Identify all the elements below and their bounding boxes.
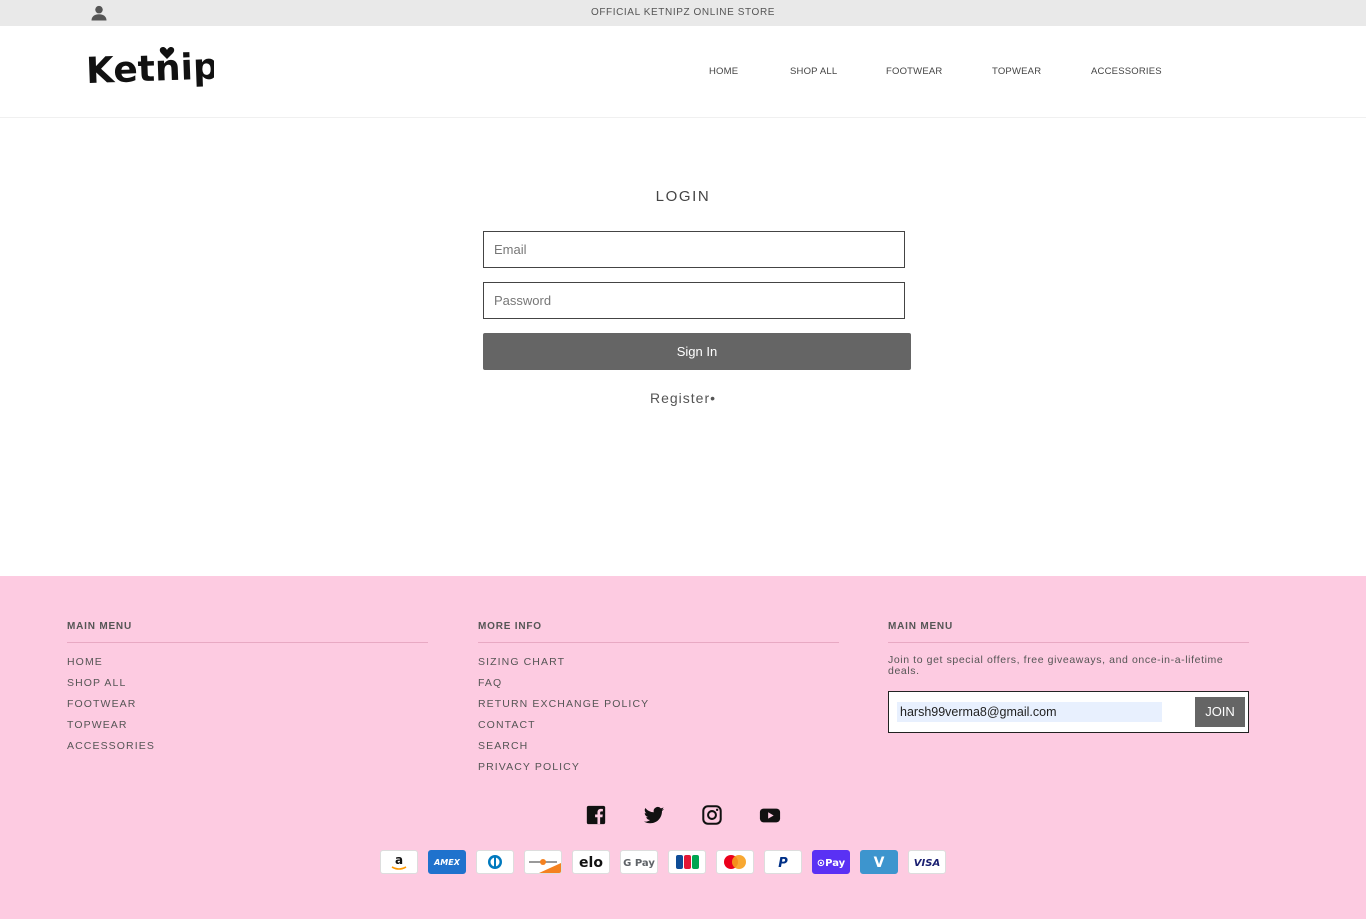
footer-main-menu: MAIN MENU HOME SHOP ALL FOOTWEAR TOPWEAR…: [67, 621, 428, 761]
diners-club-icon: [476, 850, 514, 874]
footer-link-faq[interactable]: FAQ: [478, 677, 839, 698]
nav-shop-all[interactable]: SHOP ALL: [790, 66, 837, 77]
jcb-icon: [668, 850, 706, 874]
footer-link-accessories[interactable]: ACCESSORIES: [67, 740, 428, 761]
footer-more-info: MORE INFO SIZING CHART FAQ RETURN EXCHAN…: [478, 621, 839, 782]
facebook-icon[interactable]: [585, 804, 607, 826]
email-placeholder: Email: [494, 242, 527, 257]
footer-link-search[interactable]: SEARCH: [478, 740, 839, 761]
footer-newsletter: MAIN MENU Join to get special offers, fr…: [888, 621, 1249, 677]
svg-text:G Pay: G Pay: [623, 858, 655, 869]
footer-link-return-policy[interactable]: RETURN EXCHANGE POLICY: [478, 698, 839, 719]
youtube-icon[interactable]: [759, 804, 781, 826]
newsletter-form: harsh99verma8@gmail.com JOIN: [888, 691, 1249, 733]
discover-icon: [524, 850, 562, 874]
amazon-pay-icon: a: [380, 850, 418, 874]
join-button[interactable]: JOIN: [1195, 697, 1245, 727]
ketnipz-logo[interactable]: Ketnipz: [86, 37, 214, 87]
svg-text:VISA: VISA: [914, 858, 940, 869]
newsletter-email-input[interactable]: harsh99verma8@gmail.com: [897, 702, 1162, 722]
footer-col-title: MORE INFO: [478, 621, 839, 643]
newsletter-text: Join to get special offers, free giveawa…: [888, 654, 1224, 677]
footer-col-title: MAIN MENU: [67, 621, 428, 643]
nav-home[interactable]: HOME: [709, 66, 738, 77]
password-placeholder: Password: [494, 293, 552, 308]
footer-link-home[interactable]: HOME: [67, 656, 428, 677]
nav-topwear[interactable]: TOPWEAR: [992, 66, 1041, 77]
mastercard-icon: [716, 850, 754, 874]
footer-link-sizing-chart[interactable]: SIZING CHART: [478, 656, 839, 677]
twitter-icon[interactable]: [643, 804, 665, 826]
footer-link-shop-all[interactable]: SHOP ALL: [67, 677, 428, 698]
nav-footwear[interactable]: FOOTWEAR: [886, 66, 943, 77]
google-pay-icon: G Pay: [620, 850, 658, 874]
footer-link-topwear[interactable]: TOPWEAR: [67, 719, 428, 740]
elo-icon: elo: [572, 850, 610, 874]
announcement-bar: OFFICIAL KETNIPZ ONLINE STORE: [0, 0, 1366, 26]
visa-icon: VISA: [908, 850, 946, 874]
footer-link-contact[interactable]: CONTACT: [478, 719, 839, 740]
register-link[interactable]: Register•: [0, 390, 1366, 406]
svg-text:P: P: [778, 856, 788, 871]
svg-text:AMEX: AMEX: [433, 858, 461, 867]
shop-pay-icon: ⊙Pay: [812, 850, 850, 874]
login-title: LOGIN: [655, 188, 711, 205]
svg-text:elo: elo: [579, 855, 603, 871]
svg-text:⊙Pay: ⊙Pay: [817, 858, 846, 869]
footer-link-privacy-policy[interactable]: PRIVACY POLICY: [478, 761, 839, 782]
svg-text:V: V: [874, 855, 885, 871]
announcement-text: OFFICIAL KETNIPZ ONLINE STORE: [590, 7, 776, 18]
email-field[interactable]: Email: [483, 231, 905, 268]
password-field[interactable]: Password: [483, 282, 905, 319]
footer-link-footwear[interactable]: FOOTWEAR: [67, 698, 428, 719]
nav-accessories[interactable]: ACCESSORIES: [1091, 66, 1162, 77]
sign-in-button[interactable]: Sign In: [483, 333, 911, 370]
amex-icon: AMEX: [428, 850, 466, 874]
site-footer: MAIN MENU HOME SHOP ALL FOOTWEAR TOPWEAR…: [0, 576, 1366, 919]
venmo-icon: V: [860, 850, 898, 874]
site-header: Ketnipz HOME SHOP ALL FOOTWEAR TOPWEAR A…: [0, 26, 1366, 118]
svg-text:Ketnipz: Ketnipz: [86, 46, 214, 87]
svg-text:a: a: [395, 853, 403, 867]
paypal-icon: P: [764, 850, 802, 874]
instagram-icon[interactable]: [701, 804, 723, 826]
footer-col-title: MAIN MENU: [888, 621, 1249, 643]
